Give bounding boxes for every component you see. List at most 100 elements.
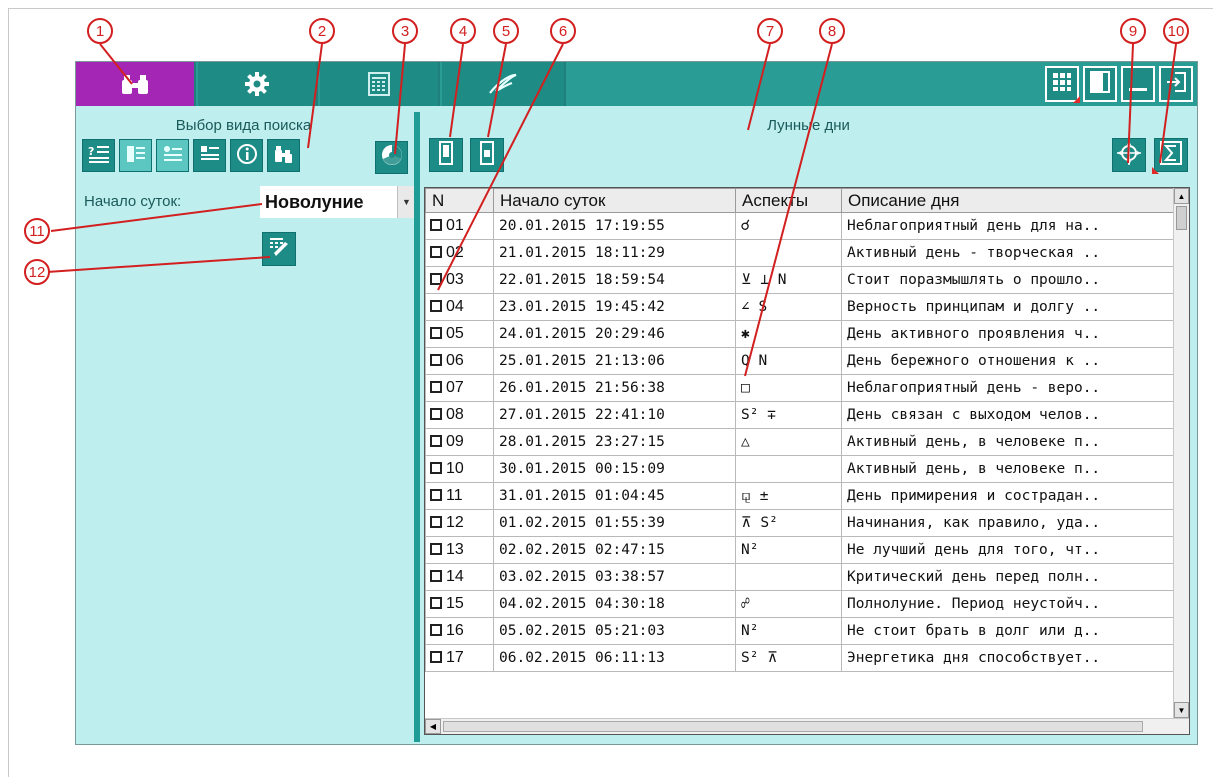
table-row[interactable]: 04 23.01.2015 19:45:42 ∠ S Верность принцип…: [425, 293, 1174, 321]
table-row[interactable]: 05 24.01.2015 20:29:46 ✱ День активного про…: [425, 320, 1174, 348]
row-number-cell[interactable]: 13: [425, 536, 494, 564]
row-checkbox[interactable]: [430, 219, 442, 231]
lunar-days-table[interactable]: N Начало суток Аспекты Описание дня 01 20…: [424, 187, 1190, 735]
horizontal-scroll-thumb[interactable]: [443, 721, 1143, 732]
table-row[interactable]: 14 03.02.2015 03:38:57 Критический день пе…: [425, 563, 1174, 591]
table-row[interactable]: 06 25.01.2015 21:13:06 Q Ν День бережного о…: [425, 347, 1174, 375]
lunar-days-title: Лунные дни: [767, 117, 850, 134]
row-checkbox[interactable]: [430, 651, 442, 663]
view-mode-button-1[interactable]: [429, 138, 463, 172]
scroll-up-icon[interactable]: ▲: [1174, 188, 1189, 204]
row-checkbox[interactable]: [430, 570, 442, 582]
row-checkbox[interactable]: [430, 624, 442, 636]
table-row[interactable]: 08 27.01.2015 22:41:10 S² ∓ День связан с в…: [425, 401, 1174, 429]
row-number-cell[interactable]: 09: [425, 428, 494, 456]
tab-calendar[interactable]: [320, 62, 440, 106]
row-checkbox[interactable]: [430, 516, 442, 528]
search-detail-button[interactable]: [193, 139, 226, 172]
filter-aspects-button[interactable]: [375, 141, 408, 174]
row-number-cell[interactable]: 06: [425, 347, 494, 375]
row-number-cell[interactable]: 16: [425, 617, 494, 645]
tab-signature[interactable]: [442, 62, 566, 106]
view-mode-button-2[interactable]: [470, 138, 504, 172]
row-checkbox[interactable]: [430, 408, 442, 420]
panel-splitter[interactable]: [414, 112, 420, 742]
row-number-cell[interactable]: 08: [425, 401, 494, 429]
info-button[interactable]: [230, 139, 263, 172]
row-checkbox[interactable]: [430, 435, 442, 447]
table-row[interactable]: 13 02.02.2015 02:47:15 N² Не лучший день дл…: [425, 536, 1174, 564]
row-checkbox[interactable]: [430, 597, 442, 609]
column-header-aspects[interactable]: Аспекты: [735, 188, 842, 213]
tab-settings[interactable]: [198, 62, 318, 106]
navigate-button[interactable]: [1112, 138, 1146, 172]
table-row[interactable]: 16 05.02.2015 05:21:03 N² Не стоит брать в …: [425, 617, 1174, 645]
row-number-cell[interactable]: 04: [425, 293, 494, 321]
summary-button[interactable]: [1152, 138, 1188, 174]
row-checkbox[interactable]: [430, 300, 442, 312]
table-row[interactable]: 12 01.02.2015 01:55:39 ⊼ S² Начинания, как …: [425, 509, 1174, 537]
callout-4: 4: [450, 18, 476, 44]
column-header-n[interactable]: N: [425, 188, 494, 213]
search-list-button[interactable]: ?: [82, 139, 115, 172]
column-header-start[interactable]: Начало суток: [493, 188, 736, 213]
row-checkbox[interactable]: [430, 462, 442, 474]
row-number-cell[interactable]: 07: [425, 374, 494, 402]
row-number-cell[interactable]: 14: [425, 563, 494, 591]
row-aspects: △: [735, 428, 842, 456]
row-number-cell[interactable]: 17: [425, 644, 494, 672]
row-number: 16: [446, 622, 464, 639]
row-number-cell[interactable]: 05: [425, 320, 494, 348]
day-start-select[interactable]: Новолуние ▼: [260, 186, 415, 218]
table-row[interactable]: 03 22.01.2015 18:59:54 ⊻ ⊥ N Стоит поразмыш…: [425, 266, 1174, 294]
exit-button[interactable]: [1159, 66, 1193, 102]
row-checkbox[interactable]: [430, 354, 442, 366]
column-header-description[interactable]: Описание дня: [841, 188, 1174, 213]
row-number-cell[interactable]: 03: [425, 266, 494, 294]
row-number-cell[interactable]: 15: [425, 590, 494, 618]
table-row[interactable]: 01 20.01.2015 17:19:55 ☌ Неблагоприятный де…: [425, 212, 1174, 240]
info-icon: [236, 143, 258, 169]
row-checkbox[interactable]: [430, 246, 442, 258]
row-checkbox[interactable]: [430, 381, 442, 393]
row-description: Активный день - творческая ..: [841, 239, 1174, 267]
table-row[interactable]: 09 28.01.2015 23:27:15 △ Активный день, в ч…: [425, 428, 1174, 456]
row-number-cell[interactable]: 11: [425, 482, 494, 510]
scroll-thumb[interactable]: [1176, 206, 1187, 230]
grid-view-button[interactable]: [1045, 66, 1080, 103]
edit-table-button[interactable]: [262, 232, 296, 266]
row-start-time: 24.01.2015 20:29:46: [493, 320, 736, 348]
row-checkbox[interactable]: [430, 273, 442, 285]
table-row[interactable]: 15 04.02.2015 04:30:18 ☍ Полнолуние. Период…: [425, 590, 1174, 618]
row-number-cell[interactable]: 02: [425, 239, 494, 267]
table-row[interactable]: 17 06.02.2015 06:11:13 S² ⊼ Энергетика дня …: [425, 644, 1174, 672]
search-table-button[interactable]: [119, 139, 152, 172]
app-window: Выбор вида поиска ? Начало суток: Новолу…: [75, 61, 1198, 745]
scroll-left-icon[interactable]: ◀: [425, 719, 441, 734]
row-start-time: 22.01.2015 18:59:54: [493, 266, 736, 294]
row-checkbox[interactable]: [430, 489, 442, 501]
row-number-cell[interactable]: 01: [425, 212, 494, 240]
row-checkbox[interactable]: [430, 543, 442, 555]
row-number-cell[interactable]: 10: [425, 455, 494, 483]
minimize-icon: [1128, 71, 1148, 98]
horizontal-scrollbar[interactable]: ◀: [425, 718, 1189, 734]
binoculars-search-button[interactable]: [267, 139, 300, 172]
row-description: День примирения и сострадан..: [841, 482, 1174, 510]
vertical-scrollbar[interactable]: ▲ ▼: [1173, 188, 1189, 718]
scroll-down-icon[interactable]: ▼: [1174, 702, 1189, 718]
row-start-time: 27.01.2015 22:41:10: [493, 401, 736, 429]
row-aspects: [735, 455, 842, 483]
table-row[interactable]: 02 21.01.2015 18:11:29 Активный день - тво…: [425, 239, 1174, 267]
row-number-cell[interactable]: 12: [425, 509, 494, 537]
table-row[interactable]: 11 31.01.2015 01:04:45 ⚼ ± День примирения …: [425, 482, 1174, 510]
search-period-button[interactable]: [156, 139, 189, 172]
callout-7: 7: [757, 18, 783, 44]
panel-view-button[interactable]: [1083, 66, 1117, 102]
row-checkbox[interactable]: [430, 327, 442, 339]
minimize-button[interactable]: [1121, 66, 1155, 102]
tab-search[interactable]: [76, 62, 196, 106]
chevron-down-icon[interactable]: ▼: [397, 186, 415, 218]
table-row[interactable]: 10 30.01.2015 00:15:09 Активный день, в че…: [425, 455, 1174, 483]
table-row[interactable]: 07 26.01.2015 21:56:38 □ Неблагоприятный де…: [425, 374, 1174, 402]
